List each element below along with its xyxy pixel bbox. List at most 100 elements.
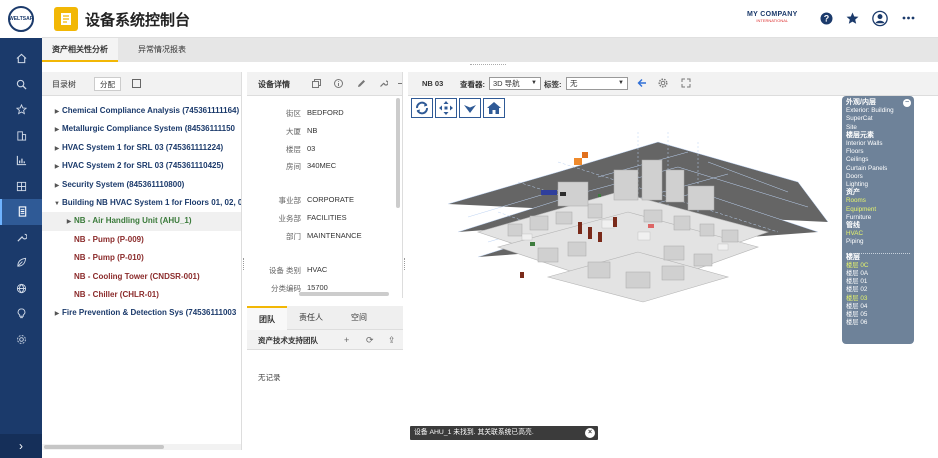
splitter-handle[interactable] xyxy=(243,258,245,270)
tree-item[interactable]: ▶ HVAC System 1 for SRL 03 (745361111224) xyxy=(42,139,241,157)
legend-section-title: 资产 xyxy=(846,189,860,197)
tools-icon[interactable] xyxy=(379,79,388,88)
assign-button[interactable]: 分配 xyxy=(94,77,121,91)
help-icon[interactable]: ? xyxy=(818,10,834,26)
expand-arrow-icon[interactable]: ▶ xyxy=(52,158,62,175)
close-legend-icon[interactable]: − xyxy=(903,99,911,107)
legend-item[interactable]: Piping xyxy=(846,238,910,246)
floor-item-active[interactable]: 楼层 03 xyxy=(846,295,910,303)
wrench-icon[interactable] xyxy=(0,225,42,251)
tree-item-selected[interactable]: ▶ NB - Air Handling Unit (AHU_1) xyxy=(42,212,241,231)
orbit-button[interactable] xyxy=(411,98,433,118)
edit-pencil-icon[interactable] xyxy=(357,79,366,88)
details-horizontal-scrollbar[interactable] xyxy=(299,292,389,296)
panel-toggle-icon[interactable] xyxy=(132,79,141,88)
floor-item-active[interactable]: 楼层 0C xyxy=(846,262,910,270)
details-vertical-scrollbar[interactable] xyxy=(396,98,400,208)
tab-space[interactable]: 空间 xyxy=(337,306,381,330)
building-icon[interactable] xyxy=(0,123,42,149)
bar-chart-icon[interactable] xyxy=(0,148,42,174)
close-toast-icon[interactable]: × xyxy=(585,428,595,438)
detail-key: 大厦 xyxy=(286,127,301,136)
star-icon[interactable] xyxy=(0,97,42,123)
expand-arrow-icon[interactable]: ▶ xyxy=(52,140,62,157)
legend-item[interactable]: Ceilings xyxy=(846,156,910,164)
splitter-handle[interactable] xyxy=(404,258,406,270)
network-icon[interactable] xyxy=(0,276,42,302)
tree-item[interactable]: ▶ Security System (845361110800) xyxy=(42,176,241,194)
legend-item[interactable]: SuperCat xyxy=(846,115,910,123)
legend-item[interactable]: Interior Walls xyxy=(846,140,910,148)
add-icon[interactable]: + xyxy=(344,335,349,345)
more-menu-icon[interactable] xyxy=(900,10,916,26)
brand-logo[interactable]: WELTSAP xyxy=(0,0,42,38)
legend-item[interactable]: Doors xyxy=(846,173,910,181)
floor-item[interactable]: 楼层 06 xyxy=(846,319,910,327)
user-avatar-icon[interactable] xyxy=(872,10,888,26)
viewer-toolbar: NB 03 查看器: 3D 导航 ▼ 标签: 无 ▼ xyxy=(408,72,938,96)
app-root: WELTSAP › 设备系统控制台 MY COMPANY INTERNATION… xyxy=(0,0,938,458)
viewer-mode-select[interactable]: 3D 导航 ▼ xyxy=(489,77,541,90)
legend-item-active[interactable]: HVAC xyxy=(846,230,910,238)
tree-item[interactable]: NB - Pump (P-009) xyxy=(42,231,241,249)
legend-item-active[interactable]: Rooms xyxy=(846,197,910,205)
company-name: MY COMPANY xyxy=(747,11,798,18)
tree-item[interactable]: ▶ Metallurgic Compliance System (84536111… xyxy=(42,120,241,138)
expand-nav-button[interactable]: › xyxy=(0,434,42,458)
legend-item-active[interactable]: Equipment xyxy=(846,206,910,214)
leaf-icon[interactable] xyxy=(0,250,42,276)
gear-icon[interactable] xyxy=(0,327,42,353)
tree-item[interactable]: NB - Chiller (CHLR-01) xyxy=(42,286,241,304)
floorplan-icon[interactable] xyxy=(0,174,42,200)
tag-select[interactable]: 无 ▼ xyxy=(566,77,628,90)
copy-icon[interactable] xyxy=(312,79,321,88)
tree-toolbar: 目录树 分配 xyxy=(42,72,241,96)
tab-asset-correlation[interactable]: 资产相关性分析 xyxy=(42,38,118,62)
resize-grip[interactable] xyxy=(470,64,506,67)
export-icon[interactable]: ⇪ xyxy=(388,335,396,346)
fullscreen-icon[interactable] xyxy=(681,78,691,88)
legend-item[interactable]: Lighting xyxy=(846,181,910,189)
tree-item[interactable]: ▶ Chemical Compliance Analysis (745361111… xyxy=(42,102,241,120)
detail-key: 业务部 xyxy=(278,214,302,223)
floor-item[interactable]: 楼层 04 xyxy=(846,303,910,311)
tree-item-label: NB - Pump (P-010) xyxy=(74,253,144,263)
expand-arrow-icon[interactable]: ▶ xyxy=(64,213,74,230)
legend-item[interactable]: Curtain Panels xyxy=(846,165,910,173)
legend-item[interactable]: Furniture xyxy=(846,214,910,222)
legend-item[interactable]: Floors xyxy=(846,148,910,156)
tab-owner[interactable]: 责任人 xyxy=(289,306,333,330)
back-arrow-icon[interactable] xyxy=(637,78,647,88)
tree-horizontal-scrollbar[interactable] xyxy=(42,444,241,450)
info-icon[interactable] xyxy=(334,79,343,88)
settings-gear-icon[interactable] xyxy=(658,78,668,88)
expand-arrow-icon[interactable]: ▶ xyxy=(52,103,62,120)
expand-arrow-icon[interactable]: ▶ xyxy=(52,177,62,194)
more-tools-icon[interactable] xyxy=(397,79,403,88)
floor-item[interactable]: 楼层 02 xyxy=(846,286,910,294)
tree-item[interactable]: NB - Cooling Tower (CNDSR-001) xyxy=(42,268,241,286)
collapse-arrow-icon[interactable]: ▼ xyxy=(52,195,62,212)
expand-arrow-icon[interactable]: ▶ xyxy=(52,121,62,138)
tab-exception-report[interactable]: 异常情况报表 xyxy=(128,38,196,62)
expand-arrow-icon[interactable]: ▶ xyxy=(52,305,62,322)
scrollbar-thumb[interactable] xyxy=(44,445,164,449)
layer-legend-panel: − 外观/内层 Exterior: Building SuperCat Site… xyxy=(842,96,914,344)
lightbulb-icon[interactable] xyxy=(0,301,42,327)
home-icon[interactable] xyxy=(0,46,42,72)
document-icon[interactable] xyxy=(0,199,42,225)
3d-building-model[interactable] xyxy=(438,112,838,332)
legend-section-title: 楼层元素 xyxy=(846,131,874,139)
tab-team[interactable]: 团队 xyxy=(247,306,287,330)
legend-item[interactable]: Site xyxy=(846,124,910,132)
app-header: 设备系统控制台 MY COMPANY INTERNATIONAL ? xyxy=(42,0,938,38)
tree-item[interactable]: NB - Pump (P-010) xyxy=(42,249,241,267)
search-icon[interactable] xyxy=(0,72,42,98)
tree-item[interactable]: ▶ Fire Prevention & Detection Sys (745361… xyxy=(42,304,241,322)
tree-item-expanded[interactable]: ▼ Building NB HVAC System 1 for Floors 01… xyxy=(42,194,241,212)
detail-value: 340MEC xyxy=(307,161,337,170)
legend-item[interactable]: Exterior: Building xyxy=(846,107,910,115)
tree-item[interactable]: ▶ HVAC System 2 for SRL 03 (745361110425) xyxy=(42,157,241,175)
refresh-icon[interactable]: ⟳ xyxy=(366,335,374,346)
favorite-star-icon[interactable] xyxy=(844,10,860,26)
